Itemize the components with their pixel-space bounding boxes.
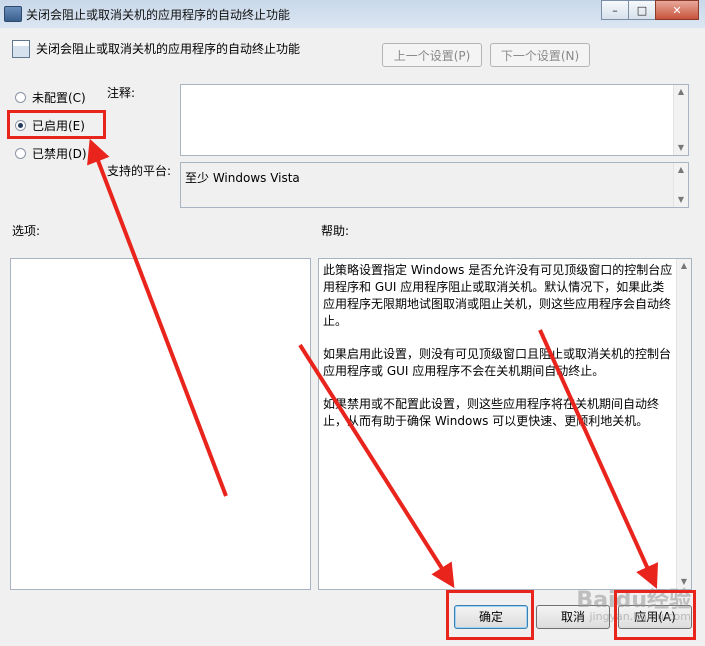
platform-scrollbar[interactable]: ▲ ▼ (673, 163, 688, 207)
radio-disabled[interactable]: 已禁用(D) (15, 145, 87, 162)
scroll-down-icon[interactable]: ▼ (674, 193, 688, 207)
enabled-highlight-box (7, 110, 106, 139)
scroll-up-icon[interactable]: ▲ (674, 163, 688, 177)
scroll-down-icon[interactable]: ▼ (674, 141, 688, 155)
help-text: 此策略设置指定 Windows 是否允许没有可见顶级窗口的控制台应用程序和 GU… (323, 262, 673, 446)
options-label: 选项: (12, 224, 41, 238)
comment-textarea[interactable]: ▲ ▼ (180, 84, 689, 156)
help-paragraph: 如果禁用或不配置此设置，则这些应用程序将在关机期间自动终止，从而有助于确保 Wi… (323, 397, 660, 428)
scroll-up-icon[interactable]: ▲ (674, 85, 688, 99)
radio-circle[interactable] (15, 148, 26, 159)
options-pane (10, 258, 311, 590)
help-scrollbar[interactable]: ▲ ▼ (676, 259, 691, 589)
next-setting-button[interactable]: 下一个设置(N) (490, 43, 590, 67)
ok-highlight-box (446, 590, 534, 640)
radio-label: 未配置(C) (32, 91, 86, 105)
help-pane: 此策略设置指定 Windows 是否允许没有可见顶级窗口的控制台应用程序和 GU… (318, 258, 692, 590)
platform-value: 至少 Windows Vista (185, 171, 300, 185)
scroll-up-icon[interactable]: ▲ (677, 259, 691, 273)
window-controls: – □ ✕ (601, 0, 699, 20)
help-paragraph: 如果启用此设置，则没有可见顶级窗口且阻止或取消关机的控制台应用程序或 GUI 应… (323, 347, 672, 378)
comment-label: 注释: (107, 86, 136, 100)
policy-title: 关闭会阻止或取消关机的应用程序的自动终止功能 (36, 42, 301, 56)
comment-scrollbar[interactable]: ▲ ▼ (673, 85, 688, 155)
minimize-button[interactable]: – (601, 0, 629, 20)
maximize-button[interactable]: □ (628, 0, 656, 20)
previous-setting-button[interactable]: 上一个设置(P) (382, 43, 482, 67)
close-button[interactable]: ✕ (655, 0, 699, 20)
help-label: 帮助: (321, 224, 350, 238)
title-bar: 关闭会阻止或取消关机的应用程序的自动终止功能 – □ ✕ (0, 0, 705, 28)
help-paragraph: 此策略设置指定 Windows 是否允许没有可见顶级窗口的控制台应用程序和 GU… (323, 263, 673, 328)
radio-circle[interactable] (15, 92, 26, 103)
platform-field: 至少 Windows Vista ▲ ▼ (180, 162, 689, 208)
radio-label: 已禁用(D) (32, 147, 87, 161)
app-icon (4, 6, 22, 22)
radio-not-configured[interactable]: 未配置(C) (15, 89, 86, 106)
apply-highlight-box (614, 590, 696, 640)
policy-setting-icon (12, 40, 30, 58)
platform-label: 支持的平台: (107, 164, 172, 178)
policy-dialog-window: 关闭会阻止或取消关机的应用程序的自动终止功能 – □ ✕ 关闭会阻止或取消关机的… (0, 0, 705, 646)
window-title: 关闭会阻止或取消关机的应用程序的自动终止功能 (26, 8, 291, 22)
